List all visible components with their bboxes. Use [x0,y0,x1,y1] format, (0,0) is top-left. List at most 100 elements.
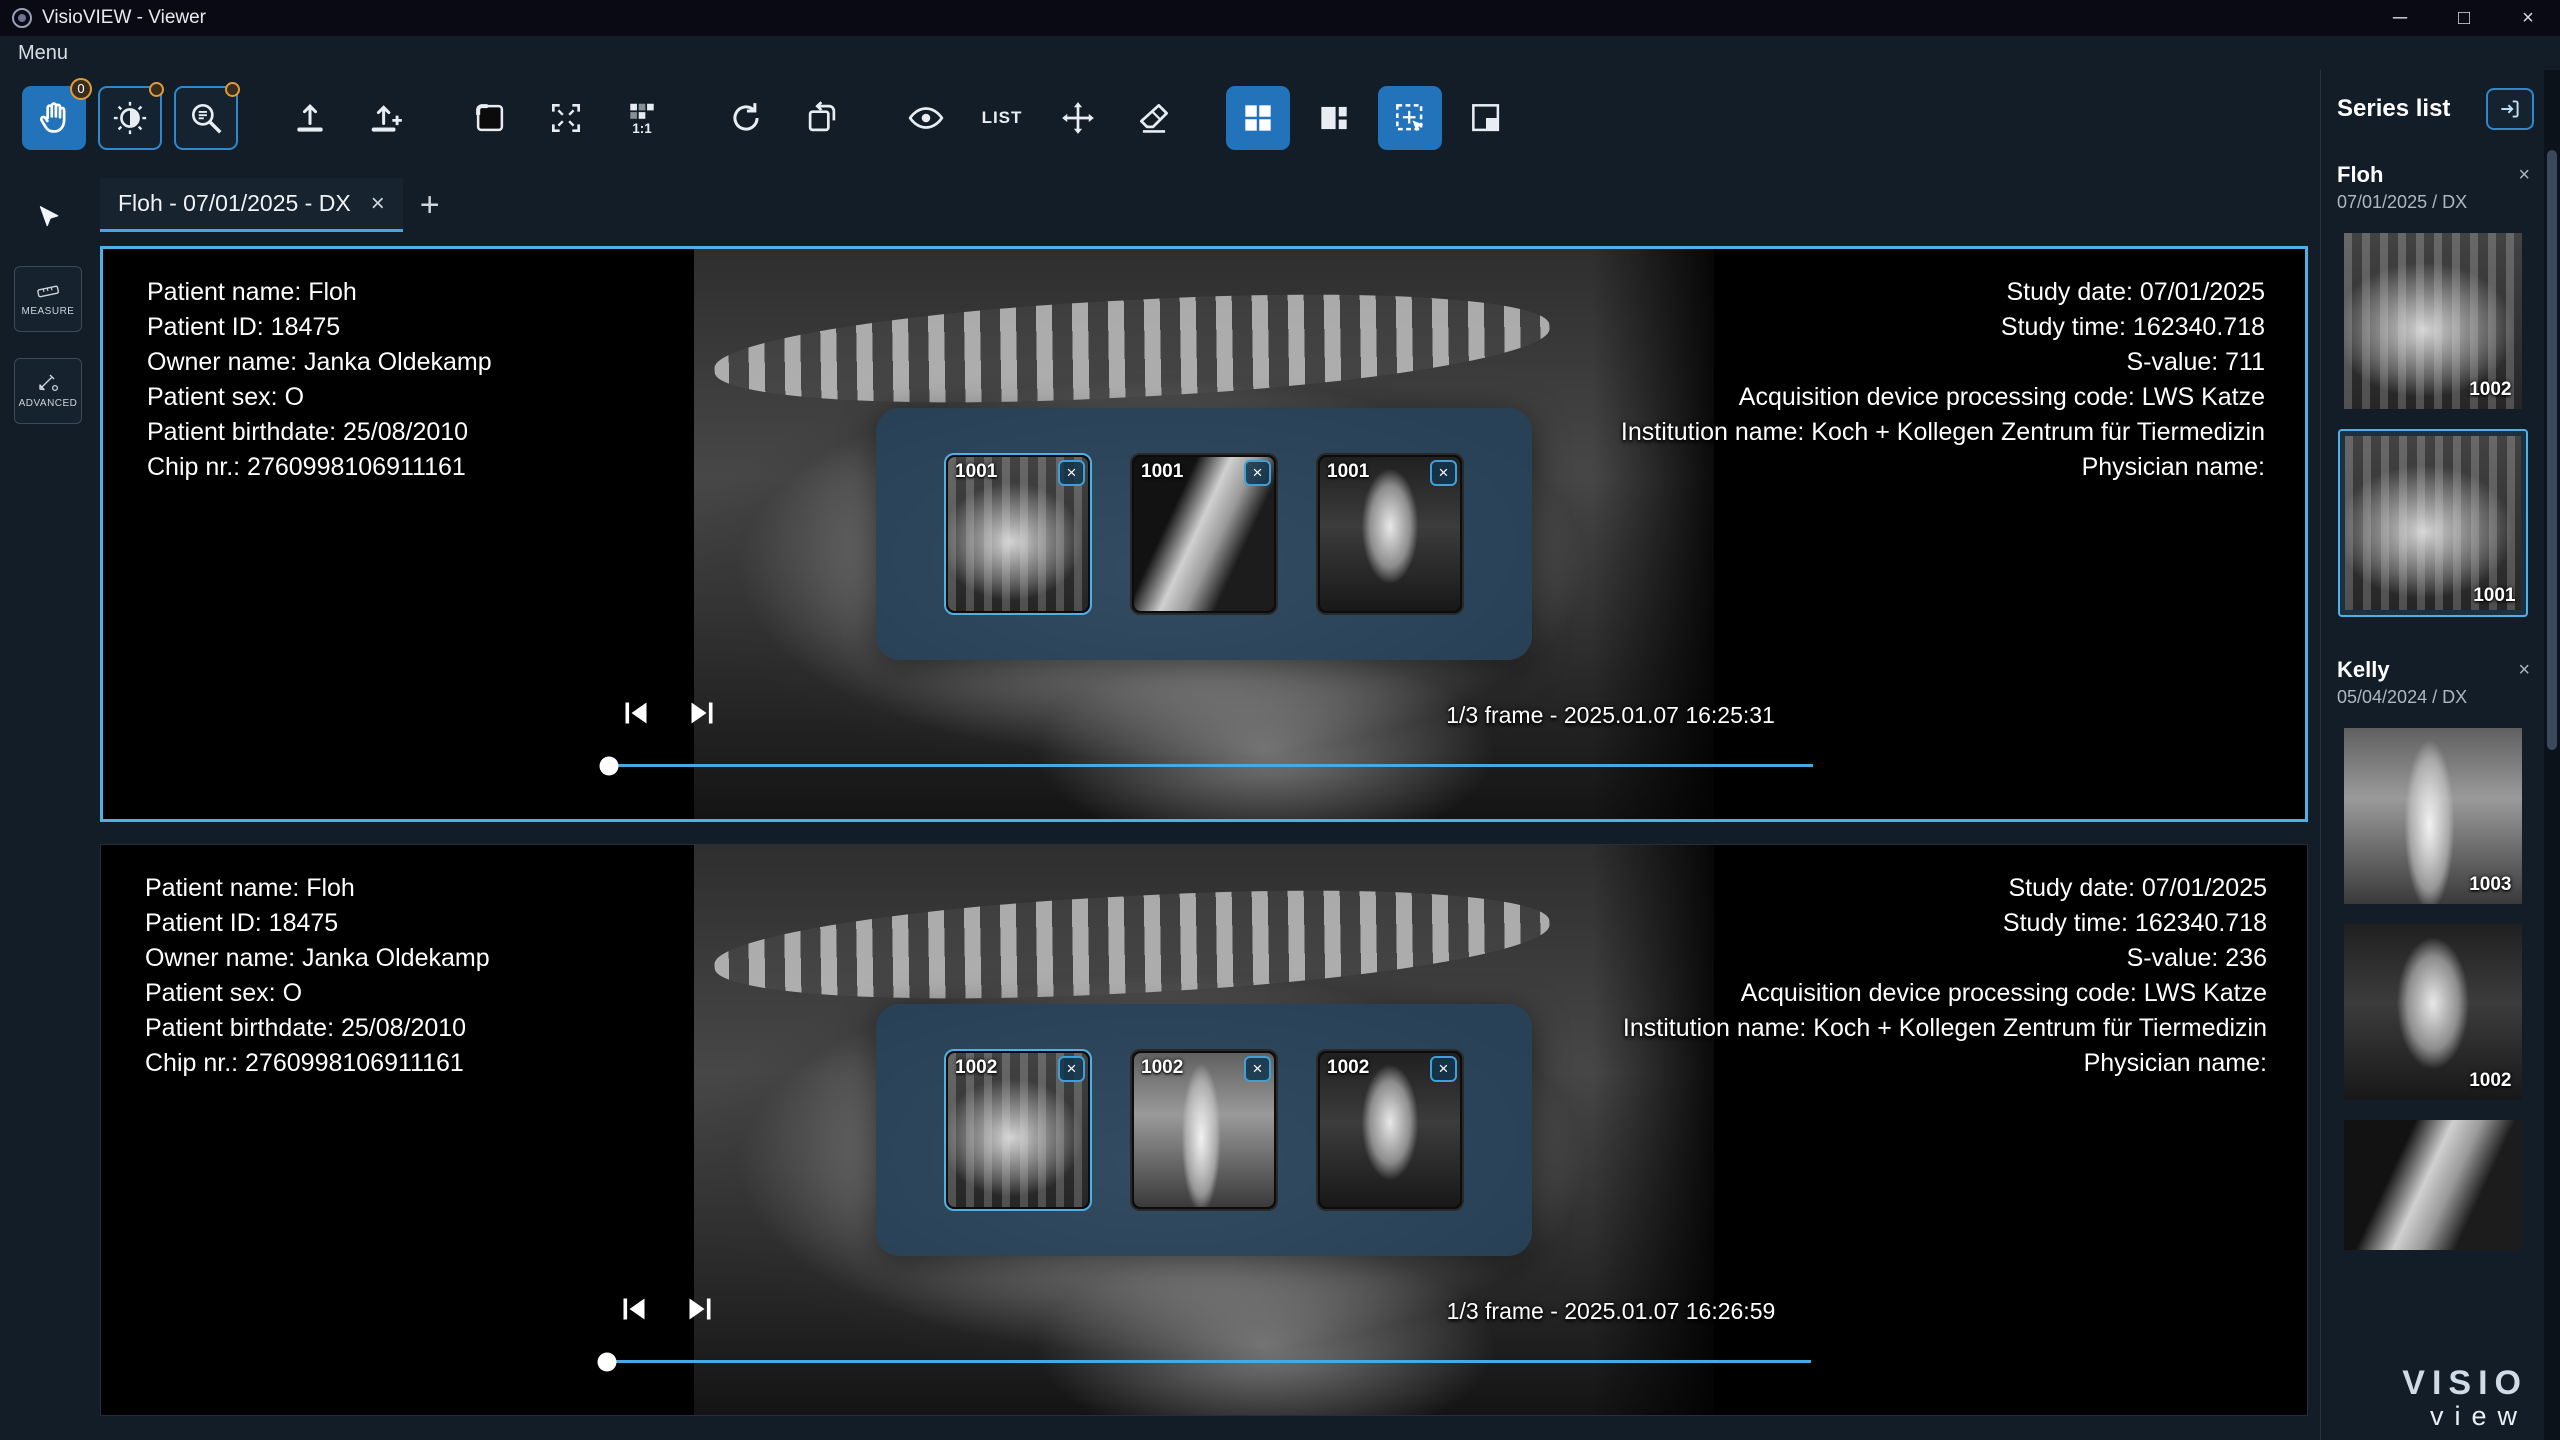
rotate-square-icon [803,99,841,137]
thumbnail-label: 1003 [2469,874,2511,896]
grid-select-icon [1391,99,1429,137]
series-thumbnail-selected[interactable]: 1001 [2338,429,2528,617]
skip-next-icon [684,695,720,731]
close-icon[interactable]: × [1058,1056,1085,1082]
close-icon[interactable]: × [1244,460,1271,486]
series-list-title: Series list [2337,95,2450,123]
patient-line: Patient birthdate: 25/08/2010 [147,415,492,450]
popup-thumbnail[interactable]: 1002 × [1316,1049,1464,1211]
slider-handle[interactable] [598,1352,617,1371]
frame-slider[interactable] [601,1360,1811,1363]
left-tool-rail: MEASURE ADVANCED [0,166,96,1440]
menu-button[interactable]: Menu [18,42,68,65]
popup-thumbnail[interactable]: 1002 × [944,1049,1092,1211]
layout-select-button[interactable] [1378,86,1442,150]
list-view-button[interactable]: LIST [970,86,1034,150]
pan-tool-button[interactable]: 0 [22,86,86,150]
close-tab-icon[interactable]: × [371,192,385,216]
close-window-button[interactable]: × [2496,0,2560,36]
fit-to-screen-button[interactable] [534,86,598,150]
layout-mixed-button[interactable] [1302,86,1366,150]
patient-line: Patient name: Floh [145,871,490,906]
popup-thumbnail[interactable]: 1002 × [1130,1049,1278,1211]
logo-text-bottom: view [2402,1401,2528,1432]
study-tab[interactable]: Floh - 07/01/2025 - DX × [100,178,403,232]
slider-handle[interactable] [600,756,619,775]
grid-mixed-icon [1315,99,1353,137]
patient-info-overlay: Patient name: Floh Patient ID: 18475 Own… [145,871,490,1081]
add-tab-button[interactable]: + [403,178,457,232]
invert-image-button[interactable] [458,86,522,150]
viewport-2[interactable]: Patient name: Floh Patient ID: 18475 Own… [100,844,2308,1416]
move-tool-button[interactable] [1046,86,1110,150]
title-bar: VisioVIEW - Viewer ─ □ × [0,0,2560,36]
close-icon[interactable]: × [1058,460,1085,486]
patient-line: Patient name: Floh [147,275,492,310]
rotate-icon [727,99,765,137]
close-icon[interactable]: × [2518,660,2530,680]
send-image-button[interactable] [278,86,342,150]
study-line: Physician name: [1623,1046,2267,1081]
actual-size-button[interactable]: 1:1 [610,86,674,150]
patient-line: Owner name: Janka Oldekamp [145,941,490,976]
patient-line: Patient sex: O [147,380,492,415]
series-thumbnail[interactable] [2344,1120,2522,1250]
next-frame-button[interactable] [684,695,720,731]
window-controls: ─ □ × [2368,0,2560,36]
close-icon[interactable]: × [1430,460,1457,486]
main-toolbar: 0 1:1 [0,70,2320,166]
frame-label: 1/3 frame - 2025.01.07 16:25:31 [1446,702,1775,729]
series-thumbnail[interactable]: 1003 [2344,728,2522,904]
toggle-overlays-button[interactable] [894,86,958,150]
series-thumbnail[interactable]: 1002 [2344,233,2522,409]
thumbnail-image [2344,1120,2522,1250]
pointer-tool-button[interactable] [26,196,70,240]
grid-2x2-icon [1239,99,1277,137]
thumbnail-label: 1002 [955,1057,997,1079]
advanced-icon [36,373,60,393]
measure-label: MEASURE [22,306,75,317]
advanced-tools-panel[interactable]: ADVANCED [14,358,82,424]
popup-thumbnail[interactable]: 1001 × [1316,453,1464,615]
minimize-button[interactable]: ─ [2368,0,2432,36]
popup-thumbnail[interactable]: 1001 × [1130,453,1278,615]
previous-frame-button[interactable] [618,695,654,731]
eye-icon [907,99,945,137]
patient-line: Owner name: Janka Oldekamp [147,345,492,380]
logo-text-top: VISIO [2402,1364,2528,1403]
previous-frame-button[interactable] [616,1291,652,1327]
study-line: Physician name: [1621,450,2265,485]
viewport-1[interactable]: Patient name: Floh Patient ID: 18475 Own… [100,246,2308,822]
layout-overlap-button[interactable] [1454,86,1518,150]
rotate-frame-button[interactable] [790,86,854,150]
close-icon[interactable]: × [2518,165,2530,185]
eraser-tool-button[interactable] [1122,86,1186,150]
rotate-button[interactable] [714,86,778,150]
patient-info-overlay: Patient name: Floh Patient ID: 18475 Own… [147,275,492,485]
thumbnail-label: 1001 [1327,461,1369,483]
grid-overlap-icon [1467,99,1505,137]
actual-size-icon: 1:1 [623,99,661,137]
close-icon[interactable]: × [1430,1056,1457,1082]
popup-thumbnail[interactable]: 1001 × [944,453,1092,615]
move-arrows-icon [1059,99,1097,137]
maximize-button[interactable]: □ [2432,0,2496,36]
measure-tools-panel[interactable]: MEASURE [14,266,82,332]
series-group-subtitle: 05/04/2024 / DX [2321,683,2544,708]
close-icon[interactable]: × [1244,1056,1271,1082]
next-frame-button[interactable] [682,1291,718,1327]
series-thumbnail[interactable]: 1002 [2344,924,2522,1100]
tab-label: Floh - 07/01/2025 - DX [118,190,351,217]
collapse-panel-button[interactable] [2486,88,2534,130]
frame-slider[interactable] [603,764,1813,767]
add-image-button[interactable] [354,86,418,150]
scrollbar-thumb[interactable] [2547,150,2557,750]
brightness-contrast-icon [111,99,149,137]
window-level-tool-button[interactable] [98,86,162,150]
ruler-icon [36,281,60,301]
tool-count-badge [149,82,164,97]
layout-grid-button[interactable] [1226,86,1290,150]
zoom-tool-button[interactable] [174,86,238,150]
skip-next-icon [682,1291,718,1327]
panel-scrollbar[interactable] [2544,70,2560,1440]
